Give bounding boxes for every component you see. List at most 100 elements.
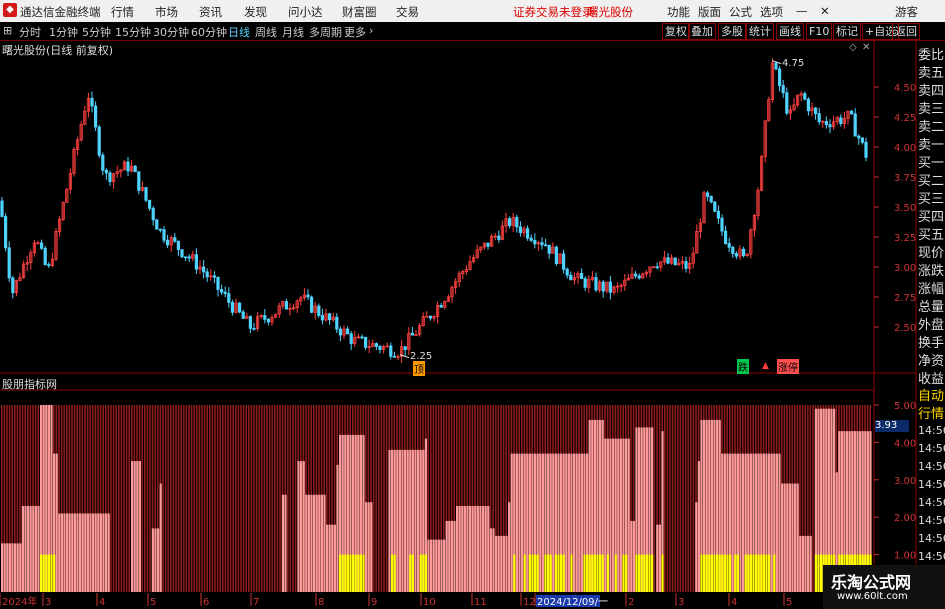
menu-item-wealth[interactable]: 财富圈 <box>342 4 377 20</box>
diamond-icon[interactable]: ◇ <box>849 42 857 53</box>
tab-weekly[interactable]: 周线 <box>255 24 277 40</box>
indicator-bar <box>518 453 521 592</box>
indicator-bar <box>492 528 495 592</box>
candle-body <box>824 121 829 126</box>
indicator-bar <box>809 535 812 592</box>
quote-field-label: 卖四 <box>918 84 945 99</box>
indicator-bar <box>445 520 448 592</box>
indicator-base-bar <box>424 554 427 592</box>
indicator-bar <box>281 494 284 592</box>
indicator-bar <box>432 539 435 592</box>
indicator-base-bar <box>560 554 563 592</box>
indicator-base-bar <box>762 554 765 592</box>
indicator-base-bar <box>635 554 638 592</box>
indicator-bar <box>695 502 698 592</box>
indicator-bar <box>565 453 568 592</box>
menu-item-quotes[interactable]: 行情 <box>111 4 134 20</box>
toolbar-toggle-icon[interactable]: ⊞ <box>3 24 12 37</box>
indicator-bar <box>794 483 797 592</box>
date-label: 3 <box>45 597 51 608</box>
menu-item-layout[interactable]: 版面 <box>698 4 721 20</box>
candle-body <box>565 268 569 276</box>
indicator-base-bar <box>661 554 664 592</box>
back-button[interactable]: 返回 <box>892 23 920 40</box>
close-icon[interactable]: ✕ <box>820 4 830 18</box>
candle-body <box>716 210 721 219</box>
candle-body <box>774 62 778 70</box>
price-tick-label: 4.25 <box>894 113 916 124</box>
overlay-button[interactable]: 叠加 <box>688 23 716 40</box>
indicator-bar <box>521 453 524 592</box>
menu-item-formula[interactable]: 公式 <box>729 4 752 20</box>
candle-body <box>817 113 821 123</box>
menu-item-function[interactable]: 功能 <box>667 4 690 20</box>
menu-item-ask[interactable]: 问小达 <box>288 4 323 20</box>
login-notice[interactable]: 证券交易未登录 <box>513 4 594 20</box>
tab-1min[interactable]: 1分钟 <box>49 24 78 40</box>
adjust-button[interactable]: 复权 <box>662 23 690 40</box>
indicator-base-bar <box>648 554 651 592</box>
indicator-bg-bar <box>149 404 151 592</box>
menu-item-market[interactable]: 市场 <box>155 4 178 20</box>
tab-60min[interactable]: 60分钟 <box>191 24 227 40</box>
tab-intraday[interactable]: 分时 <box>19 24 41 40</box>
candle-body <box>183 256 188 259</box>
candle-body <box>673 257 677 266</box>
tab-15min[interactable]: 15分钟 <box>115 24 151 40</box>
draw-button[interactable]: 画线 <box>776 23 804 40</box>
menu-item-trade[interactable]: 交易 <box>396 4 419 20</box>
indicator-bg-bar <box>671 404 674 592</box>
indicator-bar <box>778 453 781 592</box>
tab-30min[interactable]: 30分钟 <box>153 24 189 40</box>
indicator-base-bar <box>749 554 752 592</box>
quote-field-label: 外盘 <box>918 318 945 333</box>
tab-multi-period[interactable]: 多周期 <box>309 24 342 40</box>
candle-body <box>518 226 523 233</box>
indicator-bar <box>414 449 417 592</box>
chart-area[interactable]: 4.50 4.25 4.00 3.75 3.50 3.25 3.00 2.75 2.50 5.0… <box>0 40 945 609</box>
indicator-bg-bar <box>242 404 245 592</box>
indicator-bg-bar <box>372 404 375 592</box>
menu-item-options[interactable]: 选项 <box>760 4 783 20</box>
indicator-bar <box>435 539 438 592</box>
tab-more[interactable]: 更多 <box>344 24 366 40</box>
tab-5min[interactable]: 5分钟 <box>82 24 111 40</box>
main-panel-title: 曙光股份(日线 前复权) <box>2 44 114 57</box>
indicator-bar <box>799 535 802 592</box>
menu-item-news[interactable]: 资讯 <box>199 4 222 20</box>
tab-daily[interactable]: 日线 <box>228 24 250 40</box>
indicator-bar <box>37 505 40 592</box>
tab-monthly[interactable]: 月线 <box>282 24 304 40</box>
candle-body <box>853 113 857 137</box>
multi-stock-button[interactable]: 多股 <box>718 23 746 40</box>
candle-body <box>428 315 433 319</box>
indicator-bg-bar <box>203 404 206 592</box>
candle-body <box>533 239 537 245</box>
indicator-bar <box>479 505 482 592</box>
guest-label[interactable]: 游客 <box>895 4 918 20</box>
f10-button[interactable]: F10 <box>806 23 833 40</box>
indicator-bg-bar <box>180 404 182 592</box>
indicator-bar <box>97 513 100 592</box>
menu-item-discover[interactable]: 发现 <box>244 4 267 20</box>
indicator-bar <box>404 449 407 592</box>
indicator-base-bar <box>549 554 552 592</box>
indicator-bg-bar <box>162 404 164 592</box>
minimize-icon[interactable]: — <box>796 4 808 18</box>
indicator-base-bar <box>747 554 750 592</box>
indicator-base-bar <box>606 554 609 592</box>
close-panel-icon[interactable]: ✕ <box>862 42 870 53</box>
candle-body <box>47 264 51 266</box>
candle-body <box>284 301 289 310</box>
indicator-bar <box>807 535 810 592</box>
indicator-base-bar <box>638 554 641 592</box>
indicator-bar <box>448 520 451 592</box>
candle-body <box>439 305 443 308</box>
date-label: 10 <box>423 597 436 608</box>
candle-body <box>583 278 587 288</box>
date-label: 8 <box>318 597 324 608</box>
indicator-bar <box>318 494 321 592</box>
stats-button[interactable]: 统计 <box>746 23 774 40</box>
indicator-bg-bar <box>146 404 149 592</box>
mark-button[interactable]: 标记 <box>833 23 861 40</box>
